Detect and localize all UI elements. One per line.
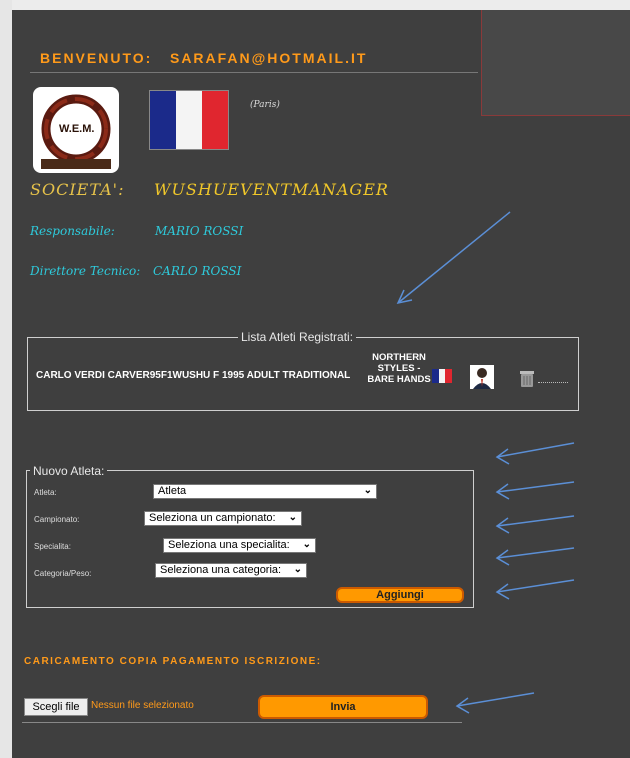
annotation-arrows	[396, 211, 575, 714]
